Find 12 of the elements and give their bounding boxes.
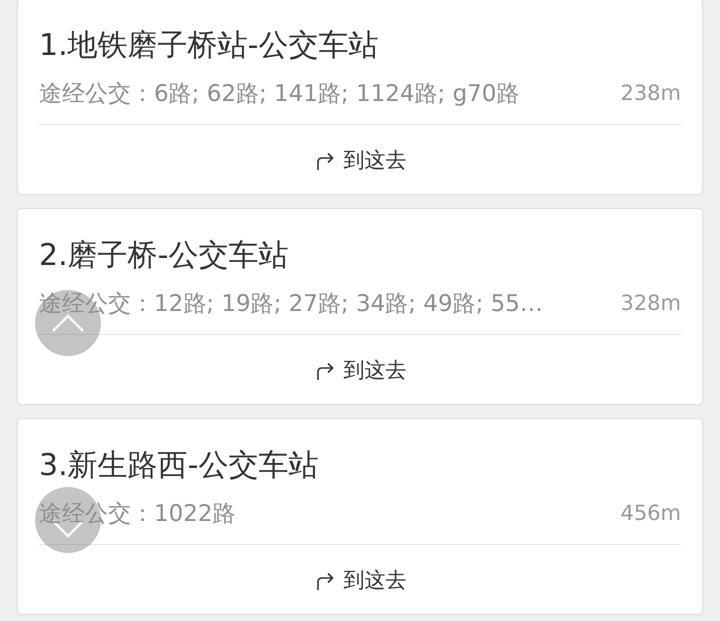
chevron-up-icon	[50, 313, 86, 333]
distance: 328m	[620, 291, 681, 315]
go-here-button[interactable]: 到这去	[308, 562, 412, 598]
distance: 456m	[620, 501, 681, 525]
go-here-button[interactable]: 到这去	[308, 142, 412, 178]
distance: 238m	[620, 81, 681, 105]
station-name: 3.新生路西-公交车站	[39, 449, 320, 483]
go-here-button[interactable]: 到这去	[308, 352, 412, 388]
station-name: 1.地铁磨子桥站-公交车站	[39, 29, 380, 63]
bus-routes: 途经公交：6路; 62路; 141路; 1124路; g70路	[39, 80, 520, 108]
bus-routes: 途经公交：1022路	[39, 500, 236, 528]
station-name: 2.磨子桥-公交车站	[39, 239, 290, 273]
